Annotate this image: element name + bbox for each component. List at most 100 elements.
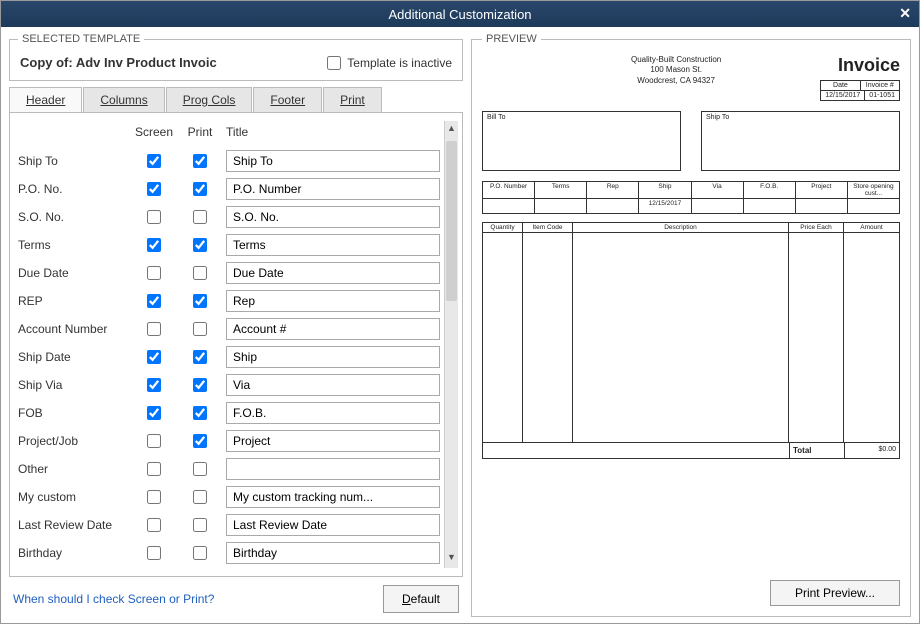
selected-template-fieldset: SELECTED TEMPLATE Copy of: Adv Inv Produ…: [9, 33, 463, 81]
screen-checkbox[interactable]: [147, 406, 161, 420]
print-checkbox[interactable]: [193, 154, 207, 168]
title-input[interactable]: [226, 178, 440, 200]
window-titlebar: Additional Customization ✕: [1, 1, 919, 27]
tab-footer[interactable]: Footer: [253, 87, 322, 112]
print-checkbox[interactable]: [193, 294, 207, 308]
field-label: Other: [18, 462, 128, 476]
tab-header[interactable]: Header: [9, 87, 82, 112]
title-input[interactable]: [226, 486, 440, 508]
screen-checkbox[interactable]: [147, 490, 161, 504]
print-checkbox[interactable]: [193, 546, 207, 560]
screen-checkbox[interactable]: [147, 378, 161, 392]
template-inactive-checkbox[interactable]: [327, 56, 341, 70]
template-inactive-label[interactable]: Template is inactive: [327, 56, 452, 70]
field-label: Account Number: [18, 322, 128, 336]
field-label: Ship Via: [18, 378, 128, 392]
title-input[interactable]: [226, 402, 440, 424]
screen-checkbox[interactable]: [147, 518, 161, 532]
print-checkbox[interactable]: [193, 490, 207, 504]
title-input[interactable]: [226, 290, 440, 312]
screen-checkbox[interactable]: [147, 294, 161, 308]
title-input[interactable]: [226, 318, 440, 340]
total-value: $0.00: [844, 443, 899, 458]
tab-print[interactable]: Print: [323, 87, 382, 112]
field-label: Terms: [18, 238, 128, 252]
title-input[interactable]: [226, 346, 440, 368]
total-label: Total: [789, 443, 844, 458]
print-checkbox[interactable]: [193, 210, 207, 224]
preview-fieldset: PREVIEW Quality-Built Construction 100 M…: [471, 33, 911, 617]
screen-checkbox[interactable]: [147, 182, 161, 196]
screen-checkbox[interactable]: [147, 210, 161, 224]
default-button[interactable]: Default: [383, 585, 459, 613]
field-label: Birthday: [18, 546, 128, 560]
title-input[interactable]: [226, 234, 440, 256]
field-row: Ship Via: [18, 371, 440, 399]
invoice-num-label: Invoice #: [861, 81, 899, 90]
print-checkbox[interactable]: [193, 406, 207, 420]
invoice-num-value: 01-1051: [865, 91, 899, 100]
field-label: Project/Job: [18, 434, 128, 448]
print-checkbox[interactable]: [193, 238, 207, 252]
company-addr2: Woodcrest, CA 94327: [532, 76, 820, 86]
field-row: Birthday: [18, 539, 440, 567]
title-input[interactable]: [226, 514, 440, 536]
print-checkbox[interactable]: [193, 322, 207, 336]
field-label: S.O. No.: [18, 210, 128, 224]
screen-checkbox[interactable]: [147, 546, 161, 560]
close-icon[interactable]: ✕: [899, 5, 911, 22]
preview-legend: PREVIEW: [482, 33, 541, 45]
tab-bar: Header Columns Prog Cols Footer Print: [9, 87, 463, 112]
field-label: Ship To: [18, 154, 128, 168]
scroll-down-icon[interactable]: ▼: [445, 552, 458, 566]
scrollbar[interactable]: ▲ ▼: [444, 121, 458, 568]
title-input[interactable]: [226, 374, 440, 396]
scroll-up-icon[interactable]: ▲: [445, 123, 458, 137]
scroll-thumb[interactable]: [446, 141, 457, 301]
print-checkbox[interactable]: [193, 462, 207, 476]
field-label: Last Review Date: [18, 518, 128, 532]
template-name: Copy of: Adv Inv Product Invoic: [20, 55, 217, 70]
print-preview-button[interactable]: Print Preview...: [770, 580, 900, 606]
screen-checkbox[interactable]: [147, 154, 161, 168]
title-input[interactable]: [226, 430, 440, 452]
screen-checkbox[interactable]: [147, 462, 161, 476]
field-row: Last Review Date: [18, 511, 440, 539]
title-input[interactable]: [226, 150, 440, 172]
field-row: Due Date: [18, 259, 440, 287]
title-input[interactable]: [226, 458, 440, 480]
field-label: REP: [18, 294, 128, 308]
field-row: Ship Date: [18, 343, 440, 371]
invoice-title: Invoice: [820, 55, 900, 76]
tab-columns[interactable]: Columns: [83, 87, 164, 112]
print-checkbox[interactable]: [193, 434, 207, 448]
title-input[interactable]: [226, 206, 440, 228]
field-row: Ship To: [18, 147, 440, 175]
fields-grid: Screen Print Title Ship ToP.O. No.S.O. N…: [18, 121, 444, 568]
print-checkbox[interactable]: [193, 518, 207, 532]
field-label: Ship Date: [18, 350, 128, 364]
screen-checkbox[interactable]: [147, 266, 161, 280]
title-input[interactable]: [226, 542, 440, 564]
print-checkbox[interactable]: [193, 182, 207, 196]
screen-checkbox[interactable]: [147, 434, 161, 448]
screen-checkbox[interactable]: [147, 322, 161, 336]
field-row: Type: [18, 567, 440, 568]
field-row: Account Number: [18, 315, 440, 343]
help-link[interactable]: When should I check Screen or Print?: [13, 592, 214, 606]
print-checkbox[interactable]: [193, 350, 207, 364]
print-checkbox[interactable]: [193, 378, 207, 392]
tab-prog-cols[interactable]: Prog Cols: [166, 87, 253, 112]
screen-checkbox[interactable]: [147, 350, 161, 364]
field-label: Due Date: [18, 266, 128, 280]
billto-label: Bill To: [487, 114, 506, 121]
field-row: P.O. No.: [18, 175, 440, 203]
shipto-label: Ship To: [706, 114, 729, 121]
field-label: P.O. No.: [18, 182, 128, 196]
screen-checkbox[interactable]: [147, 238, 161, 252]
print-checkbox[interactable]: [193, 266, 207, 280]
field-row: Terms: [18, 231, 440, 259]
col-print: Print: [180, 125, 220, 139]
field-row: S.O. No.: [18, 203, 440, 231]
title-input[interactable]: [226, 262, 440, 284]
